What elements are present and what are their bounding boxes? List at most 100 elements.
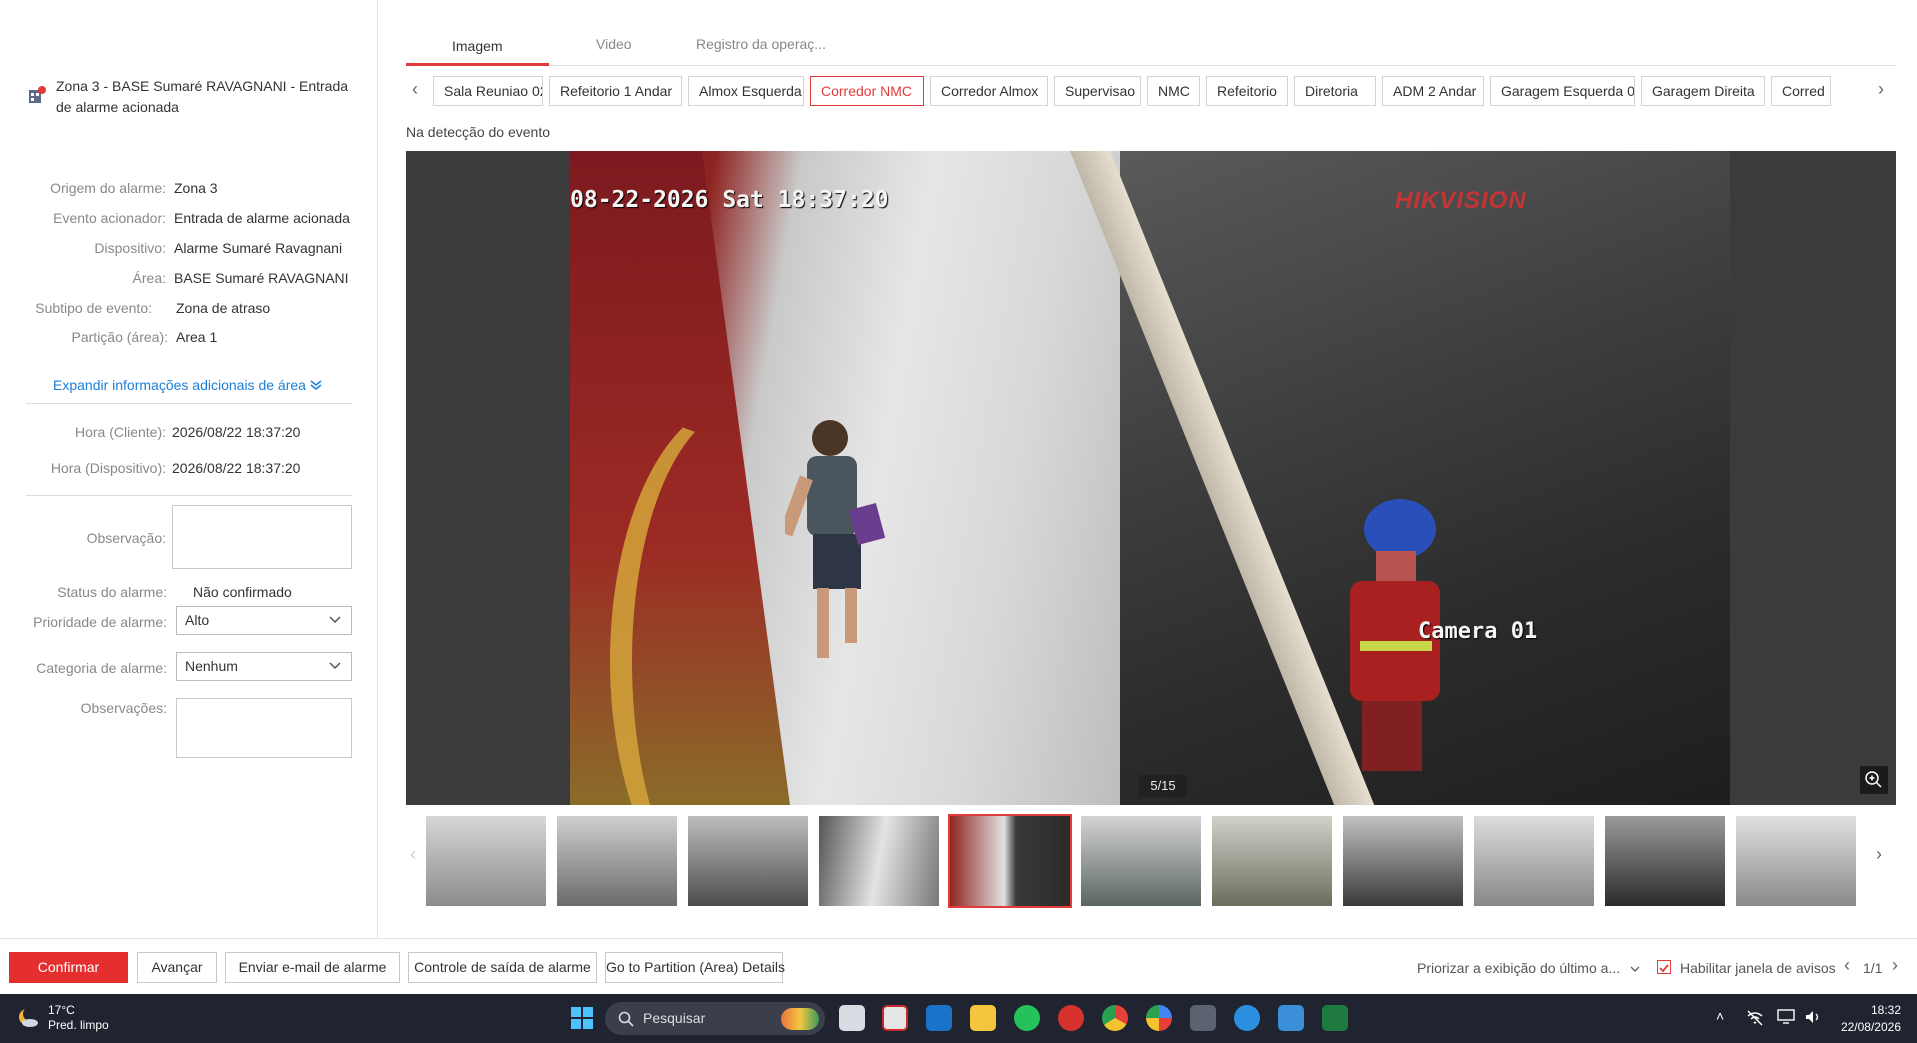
weather-widget[interactable]: 17°C Pred. limpo <box>16 1003 109 1033</box>
search-highlight-icon <box>781 1008 819 1030</box>
thumbnail[interactable] <box>817 814 941 908</box>
weather-condition: Pred. limpo <box>48 1018 109 1032</box>
camera-tab[interactable]: NMC <box>1147 76 1200 106</box>
volume-icon[interactable] <box>1804 1009 1822 1025</box>
detail-row-area: Área: BASE Sumaré RAVAGNANI <box>0 268 378 288</box>
thumbnail[interactable] <box>686 814 810 908</box>
thumbnail[interactable] <box>424 814 548 908</box>
chrome-icon[interactable] <box>1102 1005 1128 1031</box>
thumbnail[interactable] <box>1472 814 1596 908</box>
camera-tab[interactable]: ADM 2 Andar <box>1382 76 1484 106</box>
time-row-cliente: Hora (Cliente): 2026/08/22 18:37:20 <box>0 422 378 442</box>
observacao-textarea[interactable] <box>172 505 352 569</box>
camera-tab[interactable]: Corredor Almox <box>930 76 1048 106</box>
detail-row-origem: Origem do alarme: Zona 3 <box>0 178 378 198</box>
expand-area-info-link[interactable]: Expandir informações adicionais de área <box>53 377 322 393</box>
chevron-right-icon[interactable]: › <box>1892 955 1898 976</box>
security-app-icon[interactable] <box>1058 1005 1084 1031</box>
detail-label: Subtipo de evento: <box>35 300 152 316</box>
thumbnail[interactable] <box>1734 814 1858 908</box>
snipping-tool-icon[interactable] <box>882 1005 908 1031</box>
zoom-in-icon[interactable] <box>1860 766 1888 794</box>
video-timestamp: 08-22-2026 Sat 18:37:20 <box>570 187 889 213</box>
partition-details-button[interactable]: Go to Partition (Area) Details <box>605 952 785 983</box>
camera-snapshot: 08-22-2026 Sat 18:37:20 HIKVISION Camera… <box>570 151 1730 805</box>
detail-value: Zona 3 <box>174 180 218 196</box>
excel-icon[interactable] <box>1322 1005 1348 1031</box>
thumbnail[interactable] <box>1210 814 1334 908</box>
time-row-dispositivo: Hora (Dispositivo): 2026/08/22 18:37:20 <box>0 458 378 478</box>
prioridade-label: Prioridade de alarme: <box>33 614 167 630</box>
windows-start-icon[interactable] <box>569 1005 595 1031</box>
send-email-button[interactable]: Enviar e-mail de alarme <box>225 952 400 983</box>
tab-registro[interactable]: Registro da operaç... <box>696 36 826 52</box>
network-offline-icon[interactable] <box>1746 1010 1764 1026</box>
file-explorer-icon[interactable] <box>970 1005 996 1031</box>
tab-video[interactable]: Video <box>596 36 632 52</box>
taskbar-search[interactable]: Pesquisar <box>605 1002 825 1035</box>
camera-strip: ‹ Sala Reuniao 02 Refeitorio 1 Andar Alm… <box>406 76 1896 106</box>
detail-row-dispositivo: Dispositivo: Alarme Sumaré Ravagnani <box>0 238 378 258</box>
thumbnail[interactable] <box>1079 814 1203 908</box>
camera-tab[interactable]: Sala Reuniao 02 <box>433 76 543 106</box>
status-value: Não confirmado <box>193 584 292 600</box>
chevron-left-icon[interactable]: ‹ <box>1844 955 1850 976</box>
detail-row-particao: Partição (área): Area 1 <box>0 327 378 347</box>
image-viewer[interactable]: 08-22-2026 Sat 18:37:20 HIKVISION Camera… <box>406 151 1896 805</box>
thumbnail-active[interactable] <box>948 814 1072 908</box>
time-value: 2026/08/22 18:37:20 <box>172 460 301 476</box>
advance-button[interactable]: Avançar <box>137 952 217 983</box>
camera-tab-active[interactable]: Corredor NMC <box>810 76 924 106</box>
outlook-icon[interactable] <box>926 1005 952 1031</box>
camera-tab[interactable]: Garagem Esquerda 01 <box>1490 76 1635 106</box>
chevron-down-icon <box>329 616 341 624</box>
thumbnail[interactable] <box>1603 814 1727 908</box>
search-icon <box>618 1011 634 1027</box>
whatsapp-icon[interactable] <box>1014 1005 1040 1031</box>
notepad-icon[interactable] <box>1278 1005 1304 1031</box>
chevron-right-icon[interactable]: › <box>1876 844 1882 865</box>
camera-tab[interactable]: Almox Esquerda <box>688 76 804 106</box>
camera-tab[interactable]: Corred <box>1771 76 1831 106</box>
windows-taskbar: 17°C Pred. limpo Pesquisar ˄ 18:32 22/08… <box>0 994 1917 1043</box>
calculator-icon[interactable] <box>1190 1005 1216 1031</box>
time-label: Hora (Cliente): <box>74 424 166 440</box>
time-label: Hora (Dispositivo): <box>50 460 166 476</box>
camera-tab[interactable]: Refeitorio <box>1206 76 1288 106</box>
google-icon[interactable] <box>1146 1005 1172 1031</box>
detail-value: BASE Sumaré RAVAGNANI <box>174 270 349 286</box>
task-view-icon[interactable] <box>839 1005 865 1031</box>
thumbnail[interactable] <box>1341 814 1465 908</box>
search-placeholder: Pesquisar <box>643 1010 706 1026</box>
system-clock[interactable]: 18:32 22/08/2026 <box>1841 1002 1901 1036</box>
alarm-window: Zona 3 - BASE Sumaré RAVAGNANI - Entrada… <box>0 0 1917 1043</box>
camera-tab[interactable]: Refeitorio 1 Andar <box>549 76 682 106</box>
prioridade-select[interactable]: Alto <box>176 606 352 635</box>
camera-tab[interactable]: Diretoria <box>1294 76 1376 106</box>
chevron-down-icon <box>1630 966 1640 972</box>
prioritize-latest-dropdown[interactable]: Priorizar a exibição do último a... <box>1417 960 1640 976</box>
action-bar: Confirmar Avançar Enviar e-mail de alarm… <box>0 938 1917 994</box>
enable-popup-label: Habilitar janela de avisos <box>1680 960 1836 976</box>
settings-app-icon[interactable] <box>1234 1005 1260 1031</box>
tab-imagem[interactable]: Imagem <box>452 38 503 54</box>
chevron-up-icon[interactable]: ˄ <box>1716 1008 1724 1024</box>
categoria-label: Categoria de alarme: <box>36 660 167 676</box>
display-icon[interactable] <box>1777 1009 1795 1025</box>
confirm-button[interactable]: Confirmar <box>9 952 128 983</box>
camera-tab[interactable]: Supervisao <box>1054 76 1141 106</box>
status-row: Status do alarme: Não confirmado <box>0 582 378 602</box>
camera-brand-watermark: HIKVISION <box>1395 187 1527 214</box>
observacoes-textarea[interactable] <box>176 698 352 758</box>
chevron-left-icon[interactable]: ‹ <box>410 844 416 865</box>
chevron-right-icon[interactable]: › <box>1878 79 1884 100</box>
thumbnail-strip: ‹ › <box>406 814 1896 910</box>
detail-value: Entrada de alarme acionada <box>174 210 350 226</box>
alarm-output-control-button[interactable]: Controle de saída de alarme <box>408 952 597 983</box>
thumbnail[interactable] <box>555 814 679 908</box>
camera-tab[interactable]: Garagem Direita <box>1641 76 1765 106</box>
enable-popup-checkbox[interactable] <box>1657 960 1671 974</box>
observacao-label: Observação: <box>86 530 166 546</box>
categoria-select[interactable]: Nenhum <box>176 652 352 681</box>
chevron-left-icon[interactable]: ‹ <box>412 79 418 100</box>
